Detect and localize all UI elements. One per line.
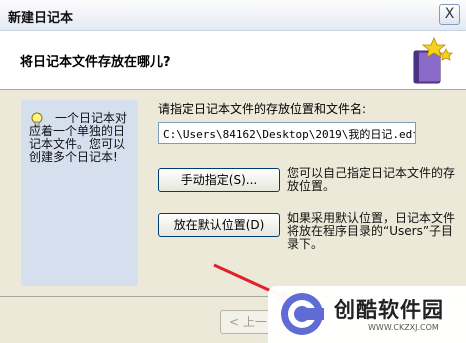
wizard-header: 将日记本文件存放在哪儿? [0,31,466,90]
page-question: 将日记本文件存放在哪儿? [20,55,171,70]
hint-panel: 一个日记本对应着一个单独的日记本文件。您可以创建多个日记本! [21,100,138,286]
watermark-logo-icon [281,293,324,335]
manual-description: 您可以自己指定日记本文件的存放位置。 [287,166,456,193]
watermark-url: WWW.CKZXJ.COM [368,323,439,332]
diary-book-with-stars-icon [413,36,453,84]
manual-specify-button[interactable]: 手动指定(S)... [158,168,280,192]
default-description: 如果采用默认位置，日记本文件将放在程序目录的“Users”子目录下。 [287,211,456,251]
close-button[interactable]: X [439,4,460,25]
hint-text: 一个日记本对应着一个单独的日记本文件。您可以创建多个日记本! [29,111,128,164]
path-label: 请指定日记本文件的存放位置和文件名: [158,102,367,116]
watermark-title: 创酷软件园 [334,298,444,322]
default-location-button[interactable]: 放在默认位置(D) [158,213,280,237]
file-path-field[interactable]: C:\Users\84162\Desktop\2019\我的日记.edf [158,122,416,144]
title-bar: 新建日记本 X [0,0,466,31]
window-title: 新建日记本 [8,11,74,26]
watermark: 创酷软件园 WWW.CKZXJ.COM [268,286,466,343]
